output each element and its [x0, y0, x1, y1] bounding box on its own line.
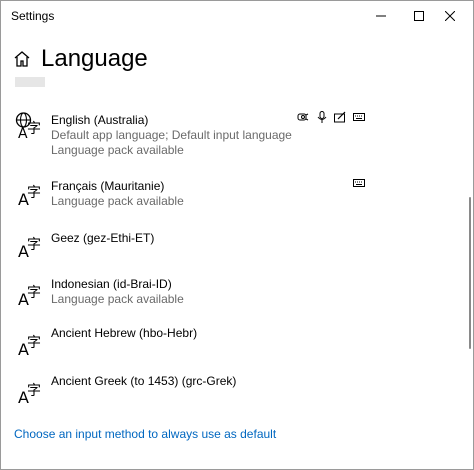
window-title: Settings	[11, 9, 55, 23]
svg-text:字: 字	[27, 121, 41, 137]
speech-recognition-icon	[317, 111, 327, 123]
handwriting-icon	[334, 111, 346, 123]
text-to-speech-icon	[297, 113, 309, 121]
svg-text:字: 字	[27, 185, 41, 201]
language-globe-icon: A 字	[15, 112, 41, 139]
svg-text:字: 字	[27, 335, 41, 351]
close-icon	[445, 11, 455, 21]
keyboard-icon	[353, 113, 365, 121]
language-name: Geez (gez-Ethi-ET)	[51, 231, 155, 245]
scrollbar-thumb[interactable]	[469, 197, 471, 349]
language-status: Language pack available	[51, 143, 184, 157]
page-header: Language	[1, 31, 473, 77]
close-button[interactable]	[427, 1, 473, 31]
language-item-geez[interactable]: A 字 Geez (gez-Ethi-ET)	[1, 225, 467, 261]
language-icon: A 字	[18, 383, 41, 405]
maximize-icon	[414, 11, 424, 21]
language-name: Ancient Hebrew (hbo-Hebr)	[51, 326, 198, 340]
language-icon: A 字	[18, 285, 41, 307]
language-list: A 字 English (Australia) Default app lang…	[1, 77, 467, 469]
language-item-english-australia[interactable]: A 字 English (Australia) Default app lang…	[1, 107, 467, 161]
language-name: Français (Mauritanie)	[51, 179, 165, 193]
language-name: Ancient Greek (to 1453) (grc-Grek)	[51, 374, 237, 388]
language-status: Language pack available	[51, 194, 184, 208]
language-item-ancient-greek[interactable]: A 字 Ancient Greek (to 1453) (grc-Grek)	[1, 371, 467, 407]
scrollbar[interactable]	[467, 77, 473, 469]
svg-text:字: 字	[27, 383, 41, 399]
language-name: Indonesian (id-Brai-ID)	[51, 277, 172, 291]
choose-input-method-link[interactable]: Choose an input method to always use as …	[14, 427, 276, 441]
language-name: English (Australia)	[51, 113, 149, 127]
language-icon: A 字	[18, 185, 41, 207]
language-status: Language pack available	[51, 292, 184, 306]
keyboard-icon	[353, 179, 365, 187]
page-title: Language	[41, 45, 148, 72]
settings-window: Settings Language A 字 English (Australia…	[0, 0, 474, 470]
language-item-ancient-hebrew[interactable]: A 字 Ancient Hebrew (hbo-Hebr)	[1, 323, 467, 359]
language-icon: A 字	[18, 335, 41, 357]
language-icon: A 字	[18, 237, 41, 259]
home-icon[interactable]	[13, 50, 31, 68]
add-language-button[interactable]	[15, 77, 45, 87]
minimize-icon	[376, 15, 386, 17]
language-status: Default app language; Default input lang…	[51, 128, 292, 142]
svg-text:字: 字	[27, 237, 41, 253]
title-bar: Settings	[1, 1, 473, 31]
language-item-francais-mauritanie[interactable]: A 字 Français (Mauritanie) Language pack …	[1, 173, 467, 213]
svg-text:字: 字	[27, 285, 41, 301]
language-item-indonesian[interactable]: A 字 Indonesian (id-Brai-ID) Language pac…	[1, 271, 467, 311]
